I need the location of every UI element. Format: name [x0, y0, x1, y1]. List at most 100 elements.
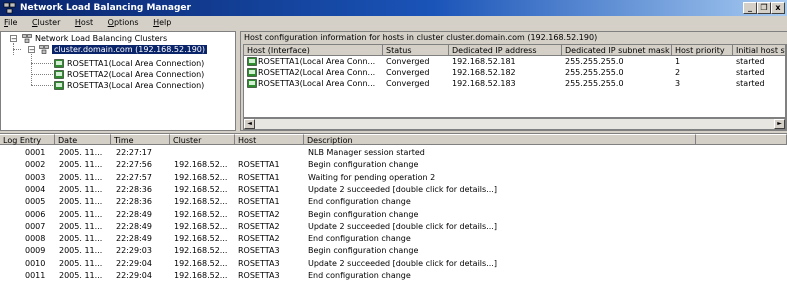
- log-row[interactable]: 0001 2005. 11... 22:27:17 NLB Manager sessi…: [0, 147, 787, 158]
- cluster-cell: 192.168.52...: [174, 209, 228, 219]
- menu-bar: File Cluster Host Options Help: [0, 16, 787, 30]
- log-row[interactable]: 0009 2005. 11... 22:29:03 192.168.52... ROSE…: [0, 245, 787, 256]
- time-cell: 22:27:17: [116, 148, 152, 157]
- cluster-cell: 192.168.52...: [174, 184, 228, 194]
- log-entry-cell: 0011: [25, 271, 46, 280]
- cluster-cell: 192.168.52...: [174, 172, 228, 182]
- cluster-tree[interactable]: − Network Load Balancing Clusters − clus…: [0, 31, 236, 131]
- log-row[interactable]: 0006 2005. 11... 22:28:49 192.168.52... ROSE…: [0, 209, 787, 220]
- log-pane[interactable]: Log Entry Date Time Cluster Host Descrip…: [0, 133, 787, 284]
- time-cell: 22:29:04: [116, 258, 152, 268]
- col-header-host[interactable]: Host: [235, 134, 304, 145]
- host-list-hscrollbar[interactable]: ◄ ►: [243, 118, 786, 130]
- tree-host-rosetta3[interactable]: ROSETTA3(Local Area Connection): [54, 80, 204, 91]
- col-header-host-interface[interactable]: Host (Interface): [244, 45, 383, 56]
- host-cell: ROSETTA3: [238, 246, 280, 256]
- col-header-status[interactable]: Status: [383, 45, 449, 56]
- col-header-date[interactable]: Date: [55, 134, 111, 145]
- host-config-list[interactable]: Host (Interface) Status Dedicated IP add…: [243, 44, 786, 118]
- description-cell: Begin configuration change: [308, 160, 419, 170]
- log-row[interactable]: 0007 2005. 11... 22:28:49 192.168.52... ROSE…: [0, 221, 787, 232]
- tree-cluster-node[interactable]: cluster.domain.com (192.168.52.190): [39, 44, 208, 55]
- date-cell: 2005. 11...: [59, 271, 103, 280]
- collapse-root-expander[interactable]: −: [10, 35, 17, 43]
- description-cell: Update 2 succeeded [double click for det…: [308, 221, 497, 231]
- close-button[interactable]: x: [771, 2, 785, 14]
- description-cell: End configuration change: [308, 197, 411, 207]
- cluster-cell: 192.168.52...: [174, 160, 228, 170]
- description-cell: Begin configuration change: [308, 246, 419, 256]
- log-entry-cell: 0010: [25, 258, 46, 268]
- log-row[interactable]: 0003 2005. 11... 22:27:57 192.168.52... ROSE…: [0, 172, 787, 183]
- host-row-rosetta1[interactable]: ROSETTA1(Local Area Conn... Converged 19…: [244, 56, 785, 67]
- date-cell: 2005. 11...: [59, 221, 103, 231]
- log-entry-cell: 0008: [25, 234, 46, 244]
- col-header-cluster[interactable]: Cluster: [170, 134, 235, 145]
- time-cell: 22:29:03: [116, 246, 152, 256]
- host-converged-icon: [54, 70, 64, 79]
- date-cell: 2005. 11...: [59, 148, 103, 157]
- log-row[interactable]: 0011 2005. 11... 22:29:04 192.168.52... ROSE…: [0, 270, 787, 281]
- tree-host-rosetta1[interactable]: ROSETTA1(Local Area Connection): [54, 58, 204, 69]
- menu-help[interactable]: Help: [153, 18, 171, 27]
- scroll-right-button[interactable]: ►: [774, 119, 785, 129]
- tree-host-rosetta2[interactable]: ROSETTA2(Local Area Connection): [54, 69, 204, 80]
- restore-button[interactable]: ❐: [757, 2, 771, 14]
- log-entry-cell: 0001: [25, 148, 46, 157]
- description-cell: Begin configuration change: [308, 209, 419, 219]
- minimize-button[interactable]: _: [743, 2, 757, 14]
- col-header-initial-state[interactable]: Initial host state: [733, 45, 785, 56]
- host-cell: ROSETTA2: [238, 234, 280, 244]
- host-converged-icon: [54, 81, 64, 90]
- log-entry-cell: 0002: [25, 160, 46, 170]
- cluster-cell: 192.168.52...: [174, 258, 228, 268]
- host-row-rosetta2[interactable]: ROSETTA2(Local Area Conn... Converged 19…: [244, 67, 785, 78]
- host-cell: ROSETTA2: [238, 221, 280, 231]
- cluster-cell: 192.168.52...: [174, 234, 228, 244]
- log-row[interactable]: 0005 2005. 11... 22:28:36 192.168.52... ROSE…: [0, 196, 787, 207]
- host-row-rosetta3[interactable]: ROSETTA3(Local Area Conn... Converged 19…: [244, 78, 785, 89]
- menu-host[interactable]: Host: [75, 18, 93, 27]
- host-converged-icon: [247, 57, 257, 66]
- time-cell: 22:28:49: [116, 221, 152, 231]
- description-cell: NLB Manager session started: [308, 148, 425, 157]
- scroll-left-button[interactable]: ◄: [244, 119, 255, 129]
- cluster-cell: 192.168.52...: [174, 197, 228, 207]
- tree-cluster-label: cluster.domain.com (192.168.52.190): [52, 45, 208, 54]
- cluster-cell: 192.168.52...: [174, 271, 228, 280]
- date-cell: 2005. 11...: [59, 197, 103, 207]
- log-row[interactable]: 0008 2005. 11... 22:28:49 192.168.52... ROSE…: [0, 233, 787, 244]
- host-list-header: Host (Interface) Status Dedicated IP add…: [244, 45, 785, 56]
- menu-file[interactable]: File: [4, 18, 17, 27]
- col-header-dedicated-ip[interactable]: Dedicated IP address: [449, 45, 562, 56]
- log-header: Log Entry Date Time Cluster Host Descrip…: [0, 134, 787, 145]
- host-cell: ROSETTA3: [238, 258, 280, 268]
- col-header-time[interactable]: Time: [111, 134, 170, 145]
- date-cell: 2005. 11...: [59, 160, 103, 170]
- time-cell: 22:27:57: [116, 172, 152, 182]
- col-header-subnet-mask[interactable]: Dedicated IP subnet mask: [562, 45, 672, 56]
- col-header-description[interactable]: Description: [304, 134, 696, 145]
- tree-root[interactable]: Network Load Balancing Clusters: [22, 33, 167, 44]
- log-row[interactable]: 0002 2005. 11... 22:27:56 192.168.52... ROSE…: [0, 159, 787, 170]
- log-row[interactable]: 0010 2005. 11... 22:29:04 192.168.52... ROSE…: [0, 258, 787, 269]
- time-cell: 22:27:56: [116, 160, 152, 170]
- log-entry-cell: 0009: [25, 246, 46, 256]
- col-header-log-entry[interactable]: Log Entry: [0, 134, 55, 145]
- log-row[interactable]: 0004 2005. 11... 22:28:36 192.168.52... ROSE…: [0, 184, 787, 195]
- col-header-host-priority[interactable]: Host priority: [672, 45, 733, 56]
- collapse-cluster-expander[interactable]: −: [28, 46, 35, 54]
- description-cell: End configuration change: [308, 271, 411, 280]
- title-bar: Network Load Balancing Manager _ ❐ x: [0, 0, 787, 16]
- date-cell: 2005. 11...: [59, 209, 103, 219]
- window-title: Network Load Balancing Manager: [20, 3, 191, 13]
- date-cell: 2005. 11...: [59, 234, 103, 244]
- date-cell: 2005. 11...: [59, 258, 103, 268]
- date-cell: 2005. 11...: [59, 246, 103, 256]
- menu-options[interactable]: Options: [108, 18, 139, 27]
- col-header-filler: [696, 134, 787, 145]
- time-cell: 22:29:04: [116, 271, 152, 280]
- tree-root-label: Network Load Balancing Clusters: [35, 34, 168, 43]
- clusters-icon: [22, 34, 32, 43]
- menu-cluster[interactable]: Cluster: [32, 18, 60, 27]
